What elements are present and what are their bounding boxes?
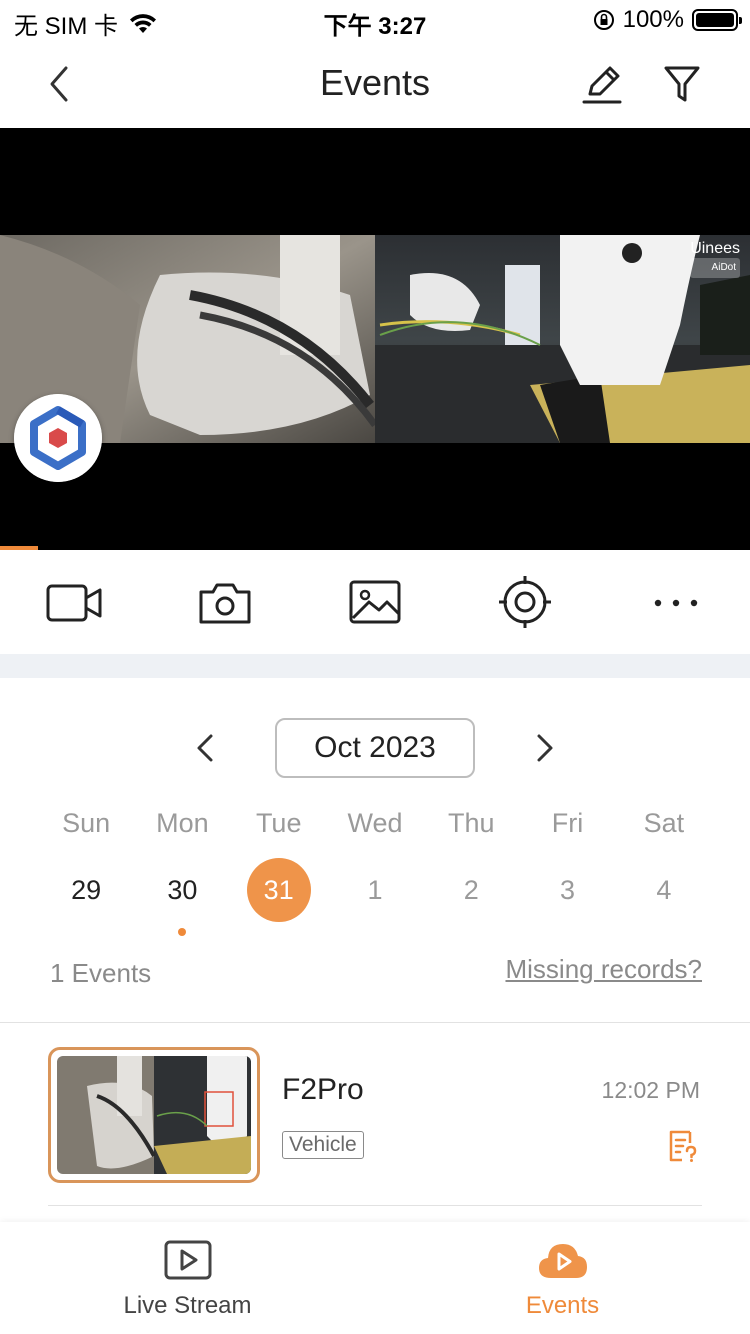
weekday-header: Sun Mon Tue Wed Thu Fri Sat	[38, 808, 712, 844]
prev-month-button[interactable]	[186, 728, 226, 768]
tab-events[interactable]: Events	[375, 1222, 750, 1334]
tab-label: Live Stream	[123, 1292, 252, 1319]
target-button[interactable]	[495, 574, 555, 630]
event-type-tag: Vehicle	[282, 1131, 364, 1159]
event-feedback-button[interactable]	[666, 1129, 700, 1163]
weekday-label: Mon	[156, 808, 209, 838]
video-camera-icon	[46, 584, 102, 622]
cloud-play-icon	[538, 1244, 587, 1278]
day-number: 2	[463, 874, 479, 905]
calendar-day[interactable]: 30	[134, 858, 230, 936]
event-thumbnail[interactable]	[48, 1047, 260, 1183]
gallery-button[interactable]	[345, 578, 405, 628]
note-question-icon	[669, 1130, 697, 1162]
day-number: 30	[167, 874, 198, 905]
month-selector: Oct 2023	[0, 718, 750, 778]
record-video-button[interactable]	[44, 578, 104, 628]
month-label[interactable]: Oct 2023	[275, 718, 475, 778]
day-number: 29	[71, 874, 102, 905]
calendar-day[interactable]: 3	[519, 858, 615, 922]
event-time: 12:02 PM	[601, 1077, 700, 1103]
more-icon	[654, 599, 698, 607]
event-list-item[interactable]: F2Pro 12:02 PM Vehicle	[0, 1023, 750, 1205]
page-title: Events	[319, 62, 431, 103]
day-number: 3	[560, 874, 576, 905]
watermark-subbrand: AiDot	[690, 258, 740, 278]
watermark-brand: Uinees	[690, 240, 740, 257]
image-icon	[349, 580, 401, 624]
section-separator	[0, 654, 750, 678]
next-month-button[interactable]	[524, 728, 564, 768]
status-bar: 无 SIM 卡 下午 3:27 100%	[0, 0, 750, 42]
week-days-row: 29 30 31 1 2 3 4	[38, 858, 712, 936]
weekday-label: Tue	[255, 808, 302, 838]
item-divider	[48, 1205, 702, 1206]
weekday-label: Sun	[62, 808, 111, 838]
day-number: 1	[367, 874, 383, 905]
status-right: 100%	[593, 6, 742, 34]
chevron-right-icon	[537, 734, 553, 762]
camera-icon	[199, 583, 251, 624]
video-player[interactable]: Uinees AiDot	[0, 128, 750, 550]
calendar-day[interactable]: 2	[423, 858, 519, 922]
play-square-icon	[164, 1240, 211, 1280]
weekday-label: Fri	[551, 808, 584, 838]
calendar-day[interactable]: 4	[616, 858, 712, 922]
missing-records-link[interactable]: Missing records?	[505, 954, 702, 985]
tab-bar: Live Stream Events	[0, 1222, 750, 1334]
day-number: 31	[246, 858, 311, 922]
thumbnail-image	[57, 1056, 251, 1174]
video-watermark: Uinees AiDot	[690, 240, 740, 278]
weekday-label: Sat	[643, 808, 685, 838]
tab-label: Events	[525, 1292, 600, 1319]
filter-button[interactable]	[662, 62, 702, 106]
orientation-lock-icon	[593, 10, 614, 30]
battery-icon	[692, 9, 742, 31]
weekday-label: Wed	[347, 808, 403, 838]
battery-percent: 100%	[622, 6, 684, 33]
calendar-day-selected[interactable]: 31	[231, 858, 327, 922]
tab-live-stream[interactable]: Live Stream	[0, 1222, 375, 1334]
chevron-left-icon	[197, 734, 213, 762]
target-icon	[499, 576, 551, 628]
event-device-name: F2Pro	[282, 1073, 364, 1106]
nav-bar: Events	[0, 42, 750, 128]
event-indicator-dot	[178, 928, 187, 936]
weekday-label: Thu	[448, 808, 495, 838]
filter-icon	[664, 66, 700, 102]
calendar-day[interactable]: 1	[327, 858, 423, 922]
pencil-icon	[582, 66, 622, 104]
app-logo-button[interactable]	[14, 394, 102, 482]
media-toolbar	[0, 550, 750, 654]
events-count: 1 Events	[50, 958, 152, 988]
more-button[interactable]	[646, 578, 706, 628]
calendar-day[interactable]: 29	[38, 858, 134, 922]
edit-button[interactable]	[580, 62, 624, 106]
video-frame	[0, 235, 750, 443]
snapshot-button[interactable]	[195, 578, 255, 628]
day-number: 4	[656, 874, 672, 905]
